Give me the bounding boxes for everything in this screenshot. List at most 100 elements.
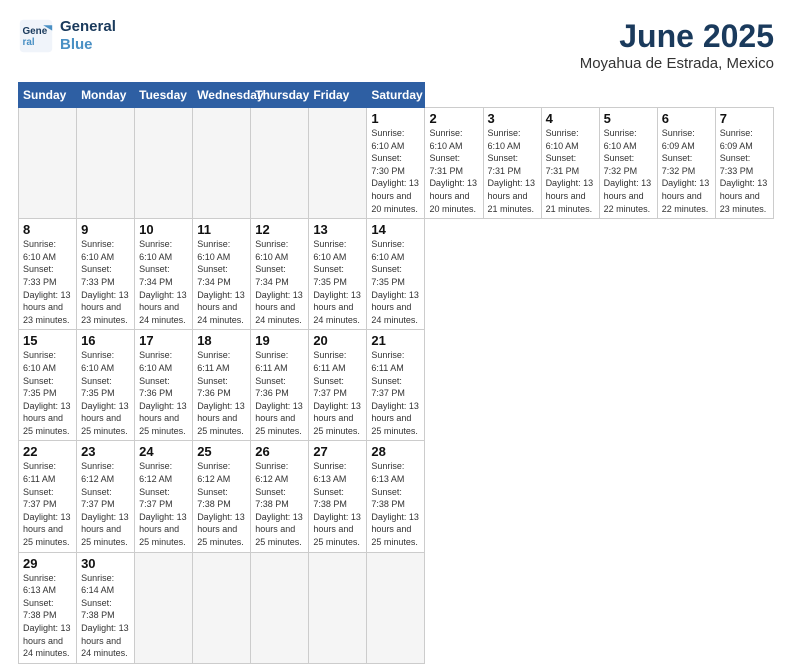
svg-text:ral: ral [23, 37, 35, 48]
day-info: Sunrise: 6:11 AMSunset: 7:37 PMDaylight:… [313, 349, 362, 437]
day-number: 12 [255, 222, 304, 237]
day-info: Sunrise: 6:13 AMSunset: 7:38 PMDaylight:… [371, 460, 420, 548]
calendar-week-1: 1Sunrise: 6:10 AMSunset: 7:30 PMDaylight… [19, 108, 774, 219]
day-number: 3 [488, 111, 537, 126]
weekday-header-row: SundayMondayTuesdayWednesdayThursdayFrid… [19, 83, 774, 108]
day-number: 1 [371, 111, 420, 126]
day-number: 8 [23, 222, 72, 237]
calendar-cell [251, 108, 309, 219]
calendar-page: Gene ral General Blue June 2025 Moyahua … [0, 0, 792, 612]
calendar-week-5: 29Sunrise: 6:13 AMSunset: 7:38 PMDayligh… [19, 552, 774, 663]
day-number: 17 [139, 333, 188, 348]
calendar-cell: 27Sunrise: 6:13 AMSunset: 7:38 PMDayligh… [309, 441, 367, 552]
calendar-cell: 20Sunrise: 6:11 AMSunset: 7:37 PMDayligh… [309, 330, 367, 441]
day-info: Sunrise: 6:10 AMSunset: 7:34 PMDaylight:… [255, 238, 304, 326]
day-info: Sunrise: 6:10 AMSunset: 7:31 PMDaylight:… [488, 127, 537, 215]
calendar-cell: 15Sunrise: 6:10 AMSunset: 7:35 PMDayligh… [19, 330, 77, 441]
day-info: Sunrise: 6:10 AMSunset: 7:33 PMDaylight:… [81, 238, 130, 326]
day-info: Sunrise: 6:10 AMSunset: 7:35 PMDaylight:… [81, 349, 130, 437]
calendar-cell [309, 552, 367, 663]
day-number: 26 [255, 444, 304, 459]
title-block: June 2025 Moyahua de Estrada, Mexico [580, 18, 774, 72]
day-number: 18 [197, 333, 246, 348]
calendar-cell: 13Sunrise: 6:10 AMSunset: 7:35 PMDayligh… [309, 219, 367, 330]
day-number: 29 [23, 556, 72, 571]
calendar-cell: 28Sunrise: 6:13 AMSunset: 7:38 PMDayligh… [367, 441, 425, 552]
logo-icon: Gene ral [18, 18, 54, 54]
day-info: Sunrise: 6:10 AMSunset: 7:35 PMDaylight:… [313, 238, 362, 326]
day-number: 23 [81, 444, 130, 459]
header: Gene ral General Blue June 2025 Moyahua … [18, 18, 774, 72]
day-number: 25 [197, 444, 246, 459]
day-number: 13 [313, 222, 362, 237]
day-info: Sunrise: 6:12 AMSunset: 7:37 PMDaylight:… [81, 460, 130, 548]
day-info: Sunrise: 6:10 AMSunset: 7:32 PMDaylight:… [604, 127, 653, 215]
calendar-cell: 8Sunrise: 6:10 AMSunset: 7:33 PMDaylight… [19, 219, 77, 330]
calendar-cell: 5Sunrise: 6:10 AMSunset: 7:32 PMDaylight… [599, 108, 657, 219]
day-number: 5 [604, 111, 653, 126]
weekday-header-wednesday: Wednesday [193, 83, 251, 108]
day-info: Sunrise: 6:11 AMSunset: 7:36 PMDaylight:… [197, 349, 246, 437]
day-info: Sunrise: 6:10 AMSunset: 7:34 PMDaylight:… [139, 238, 188, 326]
calendar-cell [193, 108, 251, 219]
calendar-cell: 3Sunrise: 6:10 AMSunset: 7:31 PMDaylight… [483, 108, 541, 219]
calendar-cell [193, 552, 251, 663]
calendar-cell: 17Sunrise: 6:10 AMSunset: 7:36 PMDayligh… [135, 330, 193, 441]
day-number: 2 [429, 111, 478, 126]
day-info: Sunrise: 6:09 AMSunset: 7:33 PMDaylight:… [720, 127, 769, 215]
logo-text: General Blue [60, 18, 116, 54]
weekday-header-saturday: Saturday [367, 83, 425, 108]
day-info: Sunrise: 6:10 AMSunset: 7:36 PMDaylight:… [139, 349, 188, 437]
calendar-cell [309, 108, 367, 219]
day-info: Sunrise: 6:13 AMSunset: 7:38 PMDaylight:… [313, 460, 362, 548]
day-info: Sunrise: 6:10 AMSunset: 7:31 PMDaylight:… [546, 127, 595, 215]
calendar-cell [135, 552, 193, 663]
weekday-header-monday: Monday [77, 83, 135, 108]
calendar-cell: 4Sunrise: 6:10 AMSunset: 7:31 PMDaylight… [541, 108, 599, 219]
day-info: Sunrise: 6:10 AMSunset: 7:34 PMDaylight:… [197, 238, 246, 326]
weekday-header-tuesday: Tuesday [135, 83, 193, 108]
day-number: 6 [662, 111, 711, 126]
day-info: Sunrise: 6:13 AMSunset: 7:38 PMDaylight:… [23, 572, 72, 660]
day-number: 28 [371, 444, 420, 459]
logo: Gene ral General Blue [18, 18, 116, 54]
calendar-week-4: 22Sunrise: 6:11 AMSunset: 7:37 PMDayligh… [19, 441, 774, 552]
calendar-week-3: 15 Sunrise: 6:10 AMSunset: 7:35 PMDayligh… [19, 330, 774, 441]
day-number: 20 [313, 333, 362, 348]
day-info: Sunrise: 6:12 AMSunset: 7:38 PMDaylight:… [197, 460, 246, 548]
calendar-cell: 14Sunrise: 6:10 AMSunset: 7:35 PMDayligh… [367, 219, 425, 330]
day-number: 24 [139, 444, 188, 459]
day-info: Sunrise: 6:10 AMSunset: 7:31 PMDaylight:… [429, 127, 478, 215]
day-info: Sunrise: 6:11 AMSunset: 7:37 PMDaylight:… [371, 349, 420, 437]
day-number: 30 [81, 556, 130, 571]
calendar-cell: 1Sunrise: 6:10 AMSunset: 7:30 PMDaylight… [367, 108, 425, 219]
day-number: 22 [23, 444, 72, 459]
calendar-cell: 19Sunrise: 6:11 AMSunset: 7:36 PMDayligh… [251, 330, 309, 441]
calendar-cell: 11Sunrise: 6:10 AMSunset: 7:34 PMDayligh… [193, 219, 251, 330]
day-info: Sunrise: 6:11 AMSunset: 7:37 PMDaylight:… [23, 460, 72, 548]
calendar-cell: 23Sunrise: 6:12 AMSunset: 7:37 PMDayligh… [77, 441, 135, 552]
calendar-cell: 18Sunrise: 6:11 AMSunset: 7:36 PMDayligh… [193, 330, 251, 441]
day-info: Sunrise: 6:12 AMSunset: 7:37 PMDaylight:… [139, 460, 188, 548]
day-info: Sunrise: 6:11 AMSunset: 7:36 PMDaylight:… [255, 349, 304, 437]
day-number: 16 [81, 333, 130, 348]
calendar-cell: 10Sunrise: 6:10 AMSunset: 7:34 PMDayligh… [135, 219, 193, 330]
day-number: 4 [546, 111, 595, 126]
calendar-cell: 12Sunrise: 6:10 AMSunset: 7:34 PMDayligh… [251, 219, 309, 330]
calendar-cell [251, 552, 309, 663]
calendar-table: SundayMondayTuesdayWednesdayThursdayFrid… [18, 82, 774, 664]
day-number: 15 [23, 333, 72, 348]
weekday-header-friday: Friday [309, 83, 367, 108]
svg-text:Gene: Gene [23, 26, 48, 37]
calendar-cell: 30Sunrise: 6:14 AMSunset: 7:38 PMDayligh… [77, 552, 135, 663]
calendar-cell: 25Sunrise: 6:12 AMSunset: 7:38 PMDayligh… [193, 441, 251, 552]
calendar-cell: 7Sunrise: 6:09 AMSunset: 7:33 PMDaylight… [715, 108, 773, 219]
calendar-week-2: 8 Sunrise: 6:10 AMSunset: 7:33 PMDaylight… [19, 219, 774, 330]
day-number: 9 [81, 222, 130, 237]
calendar-cell: 6Sunrise: 6:09 AMSunset: 7:32 PMDaylight… [657, 108, 715, 219]
calendar-cell [77, 108, 135, 219]
calendar-cell: 2Sunrise: 6:10 AMSunset: 7:31 PMDaylight… [425, 108, 483, 219]
calendar-cell: 16Sunrise: 6:10 AMSunset: 7:35 PMDayligh… [77, 330, 135, 441]
calendar-cell: 22Sunrise: 6:11 AMSunset: 7:37 PMDayligh… [19, 441, 77, 552]
day-number: 14 [371, 222, 420, 237]
